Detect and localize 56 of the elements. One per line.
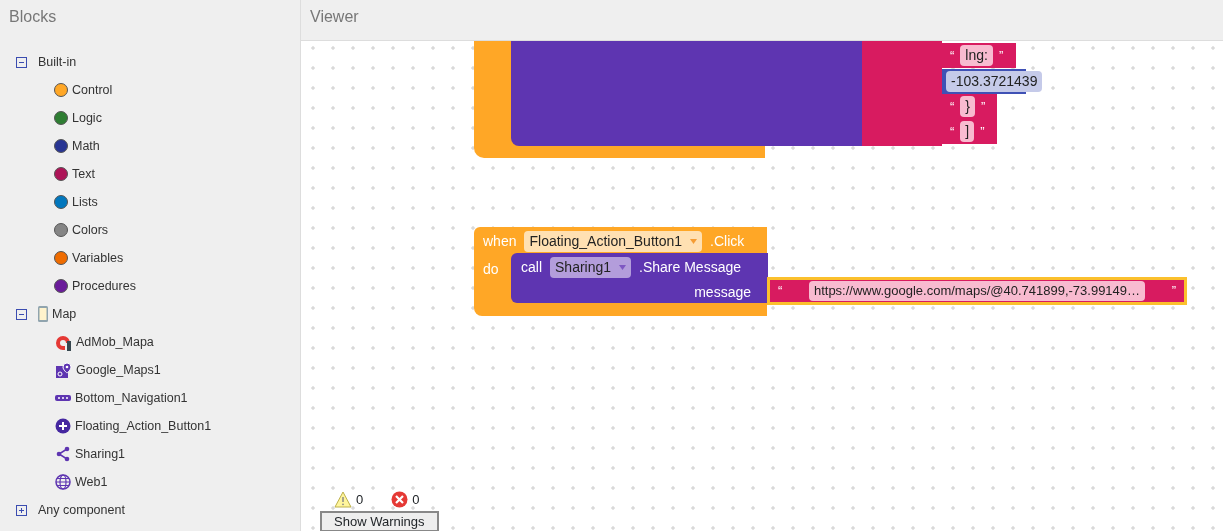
tree-item[interactable]: Lists xyxy=(72,192,98,212)
keyword-label: call xyxy=(521,258,542,277)
show-warnings-button[interactable]: Show Warnings xyxy=(320,511,439,531)
tree-item[interactable]: Math xyxy=(72,136,100,156)
caret-icon xyxy=(619,265,627,270)
quote-mark: ” xyxy=(981,97,986,116)
panel-title: Blocks xyxy=(8,7,58,27)
quote-mark: “ xyxy=(950,122,955,141)
tree-item[interactable]: Map xyxy=(52,304,77,324)
keyword-label: when xyxy=(483,232,517,251)
quote-mark: ” xyxy=(1171,282,1176,301)
text-field[interactable]: ] xyxy=(960,121,975,142)
tree-item[interactable]: Variables xyxy=(72,248,124,268)
phone-icon xyxy=(36,305,50,323)
parameter-label: message xyxy=(693,283,752,302)
component-dropdown[interactable]: Floating_Action_Button1 xyxy=(524,231,703,252)
share-icon xyxy=(55,446,71,462)
tree-item[interactable]: Built-in xyxy=(38,52,77,72)
tree-item[interactable]: Logic xyxy=(72,108,102,128)
tree-item[interactable]: Control xyxy=(72,80,113,100)
tree-item[interactable]: Sharing1 xyxy=(75,444,126,464)
panel-title: Viewer xyxy=(309,7,360,27)
keyword-label: do xyxy=(483,260,499,279)
text-field[interactable]: https://www.google.com/maps/@40.741899,-73.99149… xyxy=(808,281,1146,301)
map-icon xyxy=(55,361,72,379)
tree-item[interactable]: AdMob_Mapa xyxy=(76,332,154,352)
number-field[interactable]: -103.3721439 xyxy=(946,71,1043,92)
tree-item[interactable]: Floating_Action_Button1 xyxy=(75,416,212,436)
text-field[interactable]: } xyxy=(960,96,976,117)
admob-icon xyxy=(55,333,72,351)
collapse-icon[interactable] xyxy=(16,56,27,68)
text-field[interactable]: lng: xyxy=(960,45,993,66)
quote-mark: ” xyxy=(998,46,1004,65)
tree-item[interactable]: Text xyxy=(72,164,95,184)
globe-icon xyxy=(55,474,71,490)
tree-item[interactable]: Any component xyxy=(38,500,125,520)
tree-item[interactable]: Colors xyxy=(72,220,109,240)
collapse-icon[interactable] xyxy=(16,308,27,320)
tree-item[interactable]: Google_Maps1 xyxy=(76,360,161,380)
plus-icon xyxy=(55,418,71,434)
error-icon xyxy=(391,491,409,509)
tree-item[interactable]: Procedures xyxy=(72,276,136,296)
quote-mark: “ xyxy=(950,46,955,65)
quote-mark: “ xyxy=(778,282,783,301)
quote-mark: “ xyxy=(950,97,955,116)
caret-icon xyxy=(690,239,698,244)
warning-icon xyxy=(334,491,352,509)
event-label: .Click xyxy=(710,232,745,251)
expand-icon[interactable] xyxy=(16,504,27,516)
component-dropdown[interactable]: Sharing1 xyxy=(550,257,632,278)
error-count: 0 xyxy=(412,491,420,509)
warning-count: 0 xyxy=(356,491,364,509)
tree-item[interactable]: Bottom_Navigation1 xyxy=(75,388,188,408)
method-label: .Share Message xyxy=(639,258,741,277)
quote-mark: ” xyxy=(980,122,985,141)
tree-item[interactable]: Web1 xyxy=(75,472,108,492)
